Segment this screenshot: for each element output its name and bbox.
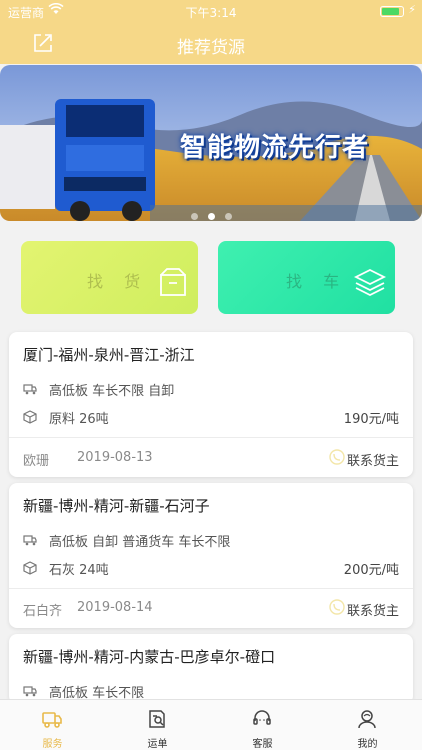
find-car-button[interactable]: 找 车 — [218, 241, 395, 314]
find-car-label: 找 车 — [286, 272, 348, 291]
tab-bar: 服务 运单 客服 我的 — [0, 699, 422, 750]
card-divider — [9, 437, 413, 438]
page-title: 推荐货源 — [177, 38, 245, 58]
tab-label: 我的 — [357, 739, 378, 750]
post-date: 2019-08-13 — [77, 450, 153, 465]
header-bar: 运营商 下午3:14 ⚡ 推荐货源 — [0, 0, 422, 64]
promo-banner[interactable]: 智能物流先行者 — [0, 65, 422, 221]
tab-service[interactable]: 服务 — [0, 700, 105, 750]
tab-waybill[interactable]: 运单 — [105, 700, 210, 750]
phone-icon — [329, 599, 345, 615]
card-divider — [9, 588, 413, 589]
vehicle-text: 高低板 车长不限 自卸 — [49, 384, 175, 399]
contact-shipper-button[interactable]: 联系货主 — [329, 449, 399, 469]
tab-label: 服务 — [42, 739, 63, 750]
tab-customer-service[interactable]: 客服 — [210, 700, 315, 750]
post-date: 2019-08-14 — [77, 600, 153, 615]
shipper-name: 欧珊 — [23, 454, 50, 469]
vehicle-text: 高低板 自卸 普通货车 车长不限 — [49, 535, 231, 550]
pagination-dot[interactable] — [224, 213, 232, 220]
contact-shipper-label: 联系货主 — [346, 454, 399, 469]
tab-profile[interactable]: 我的 — [315, 700, 420, 750]
waybill-icon — [146, 708, 168, 730]
status-time: 下午3:14 — [185, 6, 237, 20]
truck-small-icon — [23, 684, 37, 698]
card-route: 厦门-福州-泉州-晋江-浙江 — [23, 346, 195, 364]
box-icon — [23, 561, 37, 575]
card-route: 新疆-博州-精河-内蒙古-巴彦卓尔-磴口 — [23, 648, 276, 666]
tab-label: 客服 — [252, 739, 273, 750]
package-icon — [156, 265, 190, 299]
cargo-card[interactable]: 新疆-博州-精河-新疆-石河子 高低板 自卸 普通货车 车长不限 石灰 24吨 … — [9, 483, 413, 628]
banner-slogan: 智能物流先行者 — [180, 133, 370, 163]
card-route: 新疆-博州-精河-新疆-石河子 — [23, 497, 210, 515]
truck-icon — [41, 708, 63, 730]
battery-icon — [380, 6, 404, 17]
nav-bar: 推荐货源 — [0, 22, 422, 64]
cargo-card[interactable]: 厦门-福州-泉州-晋江-浙江 高低板 车长不限 自卸 原料 26吨 190元/吨… — [9, 332, 413, 477]
contact-shipper-button[interactable]: 联系货主 — [329, 599, 399, 619]
find-cargo-label: 找 货 — [87, 272, 149, 291]
cargo-text: 石灰 24吨 — [49, 563, 109, 578]
pagination-dot-active[interactable] — [207, 213, 215, 220]
contact-shipper-label: 联系货主 — [346, 604, 399, 619]
banner-pagination[interactable] — [0, 205, 422, 221]
pagination-dot[interactable] — [190, 213, 198, 220]
find-cargo-button[interactable]: 找 货 — [21, 241, 198, 314]
profile-icon — [356, 708, 378, 730]
cargo-card[interactable]: 新疆-博州-精河-内蒙古-巴彦卓尔-磴口 高低板 车长不限 — [9, 634, 413, 704]
truck-small-icon — [23, 533, 37, 547]
price: 190元/吨 — [343, 412, 399, 427]
shipper-name: 石白齐 — [23, 604, 63, 619]
truck-small-icon — [23, 382, 37, 396]
box-icon — [23, 410, 37, 424]
charging-icon: ⚡ — [408, 3, 416, 16]
status-bar: 运营商 下午3:14 ⚡ — [0, 0, 422, 22]
headset-icon — [251, 708, 273, 730]
phone-icon — [329, 449, 345, 465]
tab-label: 运单 — [147, 739, 168, 750]
price: 200元/吨 — [343, 563, 399, 578]
layers-icon — [353, 265, 387, 299]
cargo-text: 原料 26吨 — [49, 412, 109, 427]
